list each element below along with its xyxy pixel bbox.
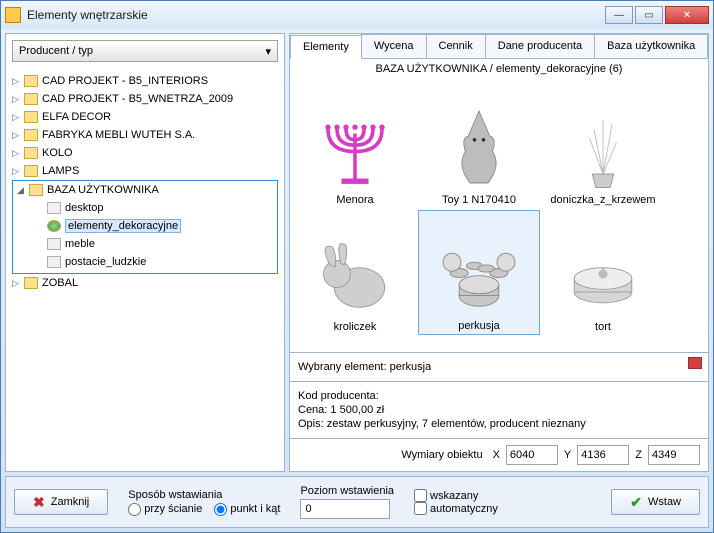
bottom-bar: ✖ Zamknij Sposób wstawiania przy ścianie… bbox=[5, 476, 709, 528]
insertion-level-input[interactable] bbox=[300, 499, 390, 519]
thumb-image bbox=[553, 226, 653, 321]
insert-button[interactable]: ✔ Wstaw bbox=[611, 489, 700, 515]
maximize-button[interactable]: ▭ bbox=[635, 6, 663, 24]
thumb-tort[interactable]: tort bbox=[542, 210, 664, 335]
insertion-mode-group: Sposób wstawiania przy ścianie punkt i k… bbox=[128, 489, 280, 516]
tree-child[interactable]: meble bbox=[13, 235, 277, 253]
tree-view[interactable]: ▷CAD PROJEKT - B5_INTERIORS ▷CAD PROJEKT… bbox=[6, 68, 284, 471]
folder-icon bbox=[24, 165, 38, 177]
desc-label: Opis: zestaw perkusyjny, 7 elementów, pr… bbox=[298, 418, 700, 430]
tabstrip: Elementy Wycena Cennik Dane producenta B… bbox=[290, 34, 708, 59]
tree-item[interactable]: ▷CAD PROJEKT - B5_INTERIORS bbox=[8, 72, 282, 90]
insertion-mode-label: Sposób wstawiania bbox=[128, 489, 280, 501]
check-icon: ✔ bbox=[630, 494, 642, 511]
insertion-level-group: Poziom wstawienia bbox=[300, 485, 394, 519]
dim-x-label: X bbox=[493, 449, 500, 461]
expand-icon[interactable]: ▷ bbox=[12, 94, 22, 105]
thumb-menora[interactable]: Menora bbox=[294, 83, 416, 208]
details-panel: Wybrany element: perkusja bbox=[290, 352, 708, 381]
folder-icon bbox=[24, 147, 38, 159]
component-icon bbox=[47, 220, 61, 232]
page-icon bbox=[47, 238, 61, 250]
expand-icon[interactable]: ▷ bbox=[12, 148, 22, 159]
expand-icon[interactable]: ▷ bbox=[12, 76, 22, 87]
dropdown-label: Producent / typ bbox=[19, 45, 93, 57]
dim-z-input[interactable] bbox=[648, 445, 700, 465]
chevron-down-icon: ▾ bbox=[265, 45, 271, 58]
highlighted-group: ◢BAZA UŻYTKOWNIKA desktop elementy_dekor… bbox=[12, 180, 278, 274]
tree-child[interactable]: postacie_ludzkie bbox=[13, 253, 277, 271]
tab-cennik[interactable]: Cennik bbox=[426, 34, 486, 58]
app-icon bbox=[5, 7, 21, 23]
page-icon bbox=[47, 202, 61, 214]
thumb-image bbox=[429, 225, 529, 320]
thumb-caption: perkusja bbox=[458, 320, 500, 332]
thumbnails-panel: Menora Toy 1 N170410 doniczka_z_krzewem bbox=[290, 79, 708, 352]
radio-wall[interactable]: przy ścianie bbox=[128, 503, 202, 516]
expand-icon[interactable]: ▷ bbox=[12, 166, 22, 177]
price-label: Cena: 1 500,00 zł bbox=[298, 404, 700, 416]
folder-icon bbox=[29, 184, 43, 196]
thumb-caption: tort bbox=[595, 321, 611, 333]
folder-icon bbox=[24, 75, 38, 87]
tree-item[interactable]: ▷LAMPS bbox=[8, 162, 282, 180]
x-icon: ✖ bbox=[33, 494, 45, 511]
tree-item[interactable]: ▷KOLO bbox=[8, 144, 282, 162]
folder-icon bbox=[24, 93, 38, 105]
thumb-toy[interactable]: Toy 1 N170410 bbox=[418, 83, 540, 208]
breadcrumb-path: BAZA UŻYTKOWNIKA / elementy_dekoracyjne … bbox=[290, 59, 708, 79]
tree-item[interactable]: ▷ELFA DECOR bbox=[8, 108, 282, 126]
expand-icon[interactable]: ▷ bbox=[12, 130, 22, 141]
tree-item[interactable]: ▷FABRYKA MEBLI WUTEH S.A. bbox=[8, 126, 282, 144]
insertion-level-label: Poziom wstawienia bbox=[300, 485, 394, 497]
thumb-caption: Menora bbox=[336, 194, 373, 206]
tree-item[interactable]: ▷ZOBAL bbox=[8, 274, 282, 292]
dim-y-input[interactable] bbox=[577, 445, 629, 465]
details-body: Kod producenta: Cena: 1 500,00 zł Opis: … bbox=[290, 381, 708, 438]
radio-point-angle[interactable]: punkt i kąt bbox=[214, 503, 280, 516]
thumb-image bbox=[305, 99, 405, 194]
tree-child-selected[interactable]: elementy_dekoracyjne bbox=[13, 217, 277, 235]
thumb-caption: Toy 1 N170410 bbox=[442, 194, 516, 206]
titlebar: Elementy wnętrzarskie — ▭ ✕ bbox=[1, 1, 713, 29]
thumb-kroliczek[interactable]: kroliczek bbox=[294, 210, 416, 335]
tab-elementy[interactable]: Elementy bbox=[290, 35, 362, 59]
folder-icon bbox=[24, 277, 38, 289]
thumb-doniczka[interactable]: doniczka_z_krzewem bbox=[542, 83, 664, 208]
window-title: Elementy wnętrzarskie bbox=[27, 8, 605, 22]
folder-icon bbox=[24, 111, 38, 123]
collapse-icon[interactable]: ◢ bbox=[17, 185, 27, 196]
tab-wycena[interactable]: Wycena bbox=[361, 34, 427, 58]
tree-child[interactable]: desktop bbox=[13, 199, 277, 217]
thumb-image bbox=[429, 99, 529, 194]
thumb-caption: kroliczek bbox=[334, 321, 377, 333]
thumb-caption: doniczka_z_krzewem bbox=[550, 194, 655, 206]
check-automatic[interactable]: automatyczny bbox=[414, 502, 498, 515]
tab-baza-uzytkownika[interactable]: Baza użytkownika bbox=[594, 34, 708, 58]
tab-dane-producenta[interactable]: Dane producenta bbox=[485, 34, 595, 58]
selected-element-label: Wybrany element: perkusja bbox=[298, 361, 700, 373]
minimize-button[interactable]: — bbox=[605, 6, 633, 24]
check-indicated[interactable]: wskazany bbox=[414, 489, 498, 502]
thumb-image bbox=[553, 99, 653, 194]
dimensions-row: Wymiary obiektu X Y Z bbox=[290, 438, 708, 471]
thumb-image bbox=[305, 226, 405, 321]
insertion-checks: wskazany automatyczny bbox=[414, 489, 498, 515]
dims-label: Wymiary obiektu bbox=[401, 449, 482, 461]
producer-code: Kod producenta: bbox=[298, 390, 700, 402]
close-window-button[interactable]: ✕ bbox=[665, 6, 709, 24]
folder-icon bbox=[24, 129, 38, 141]
dim-z-label: Z bbox=[635, 449, 642, 461]
close-button[interactable]: ✖ Zamknij bbox=[14, 489, 108, 515]
tree-item-expanded[interactable]: ◢BAZA UŻYTKOWNIKA bbox=[13, 181, 277, 199]
details-icon[interactable] bbox=[688, 357, 702, 369]
producer-type-dropdown[interactable]: Producent / typ ▾ bbox=[12, 40, 278, 62]
page-icon bbox=[47, 256, 61, 268]
dim-y-label: Y bbox=[564, 449, 571, 461]
thumb-perkusja[interactable]: perkusja bbox=[418, 210, 540, 335]
expand-icon[interactable]: ▷ bbox=[12, 112, 22, 123]
expand-icon[interactable]: ▷ bbox=[12, 278, 22, 289]
dim-x-input[interactable] bbox=[506, 445, 558, 465]
tree-item[interactable]: ▷CAD PROJEKT - B5_WNETRZA_2009 bbox=[8, 90, 282, 108]
